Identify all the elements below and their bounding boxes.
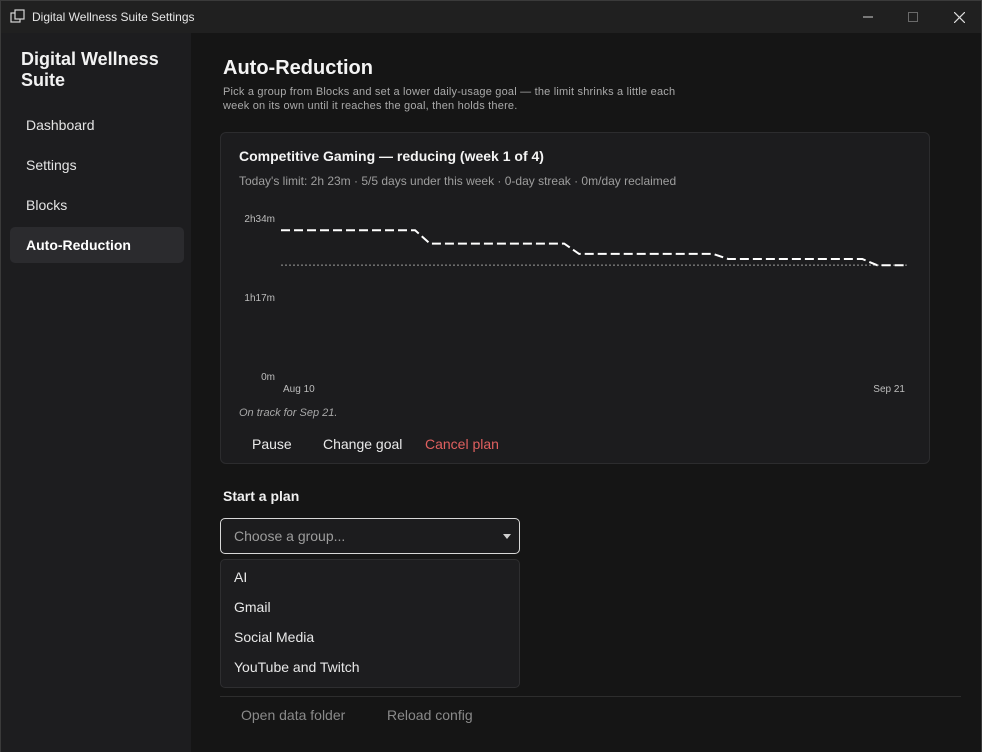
minimize-icon (863, 16, 873, 18)
footer-divider (220, 696, 961, 697)
group-select-placeholder: Choose a group... (234, 528, 346, 544)
title-bar: Digital Wellness Suite Settings (1, 1, 981, 33)
group-option-youtube-twitch[interactable]: YouTube and Twitch (234, 659, 360, 675)
chevron-down-icon (503, 534, 511, 539)
sidebar: Digital Wellness Suite Dashboard Setting… (1, 33, 191, 752)
page-title: Auto-Reduction (223, 57, 373, 79)
close-button[interactable] (936, 1, 982, 33)
start-plan-title: Start a plan (223, 488, 300, 504)
brand-title: Digital Wellness Suite (21, 49, 159, 90)
x-tick-label: Sep 21 (873, 384, 905, 395)
group-option-social-media[interactable]: Social Media (234, 629, 314, 645)
sidebar-item-dashboard[interactable]: Dashboard (10, 107, 184, 143)
plan-subtitle: Today's limit: 2h 23m · 5/5 days under t… (239, 174, 677, 188)
plan-title: Competitive Gaming — reducing (week 1 of… (239, 148, 544, 164)
window-title: Digital Wellness Suite Settings (32, 10, 195, 24)
main-content: Auto-Reduction Pick a group from Blocks … (191, 33, 981, 752)
group-dropdown: AI Gmail Social Media YouTube and Twitch (220, 559, 520, 688)
group-option-gmail[interactable]: Gmail (234, 599, 271, 615)
change-goal-button[interactable]: Change goal (323, 436, 402, 452)
limit-series-line (281, 229, 907, 267)
y-tick-label: 0m (261, 372, 275, 383)
page-description: Pick a group from Blocks and set a lower… (223, 86, 676, 112)
reduction-chart: 0m 1h17m 2h34m Aug 10 Sep 21 (244, 214, 907, 395)
y-tick-label: 2h34m (244, 214, 275, 225)
app-window: Digital Wellness Suite Settings Digital … (0, 0, 982, 752)
group-option-ai[interactable]: AI (234, 569, 247, 585)
plan-status: On track for Sep 21. (239, 407, 338, 419)
sidebar-item-auto-reduction[interactable]: Auto-Reduction (10, 227, 184, 263)
sidebar-item-blocks[interactable]: Blocks (10, 187, 184, 223)
open-data-folder-button[interactable]: Open data folder (241, 707, 345, 723)
y-tick-label: 1h17m (244, 293, 275, 304)
app-icon (10, 9, 25, 23)
maximize-icon (908, 12, 918, 22)
reload-config-button[interactable]: Reload config (387, 707, 473, 723)
pause-button[interactable]: Pause (252, 436, 292, 452)
x-tick-label: Aug 10 (283, 384, 315, 395)
plan-card: Competitive Gaming — reducing (week 1 of… (220, 132, 930, 464)
group-select[interactable]: Choose a group... (220, 518, 520, 554)
close-icon (953, 11, 965, 23)
minimize-button[interactable] (845, 1, 891, 33)
maximize-button[interactable] (890, 1, 936, 33)
cancel-plan-button[interactable]: Cancel plan (425, 436, 499, 452)
sidebar-item-settings[interactable]: Settings (10, 147, 184, 183)
